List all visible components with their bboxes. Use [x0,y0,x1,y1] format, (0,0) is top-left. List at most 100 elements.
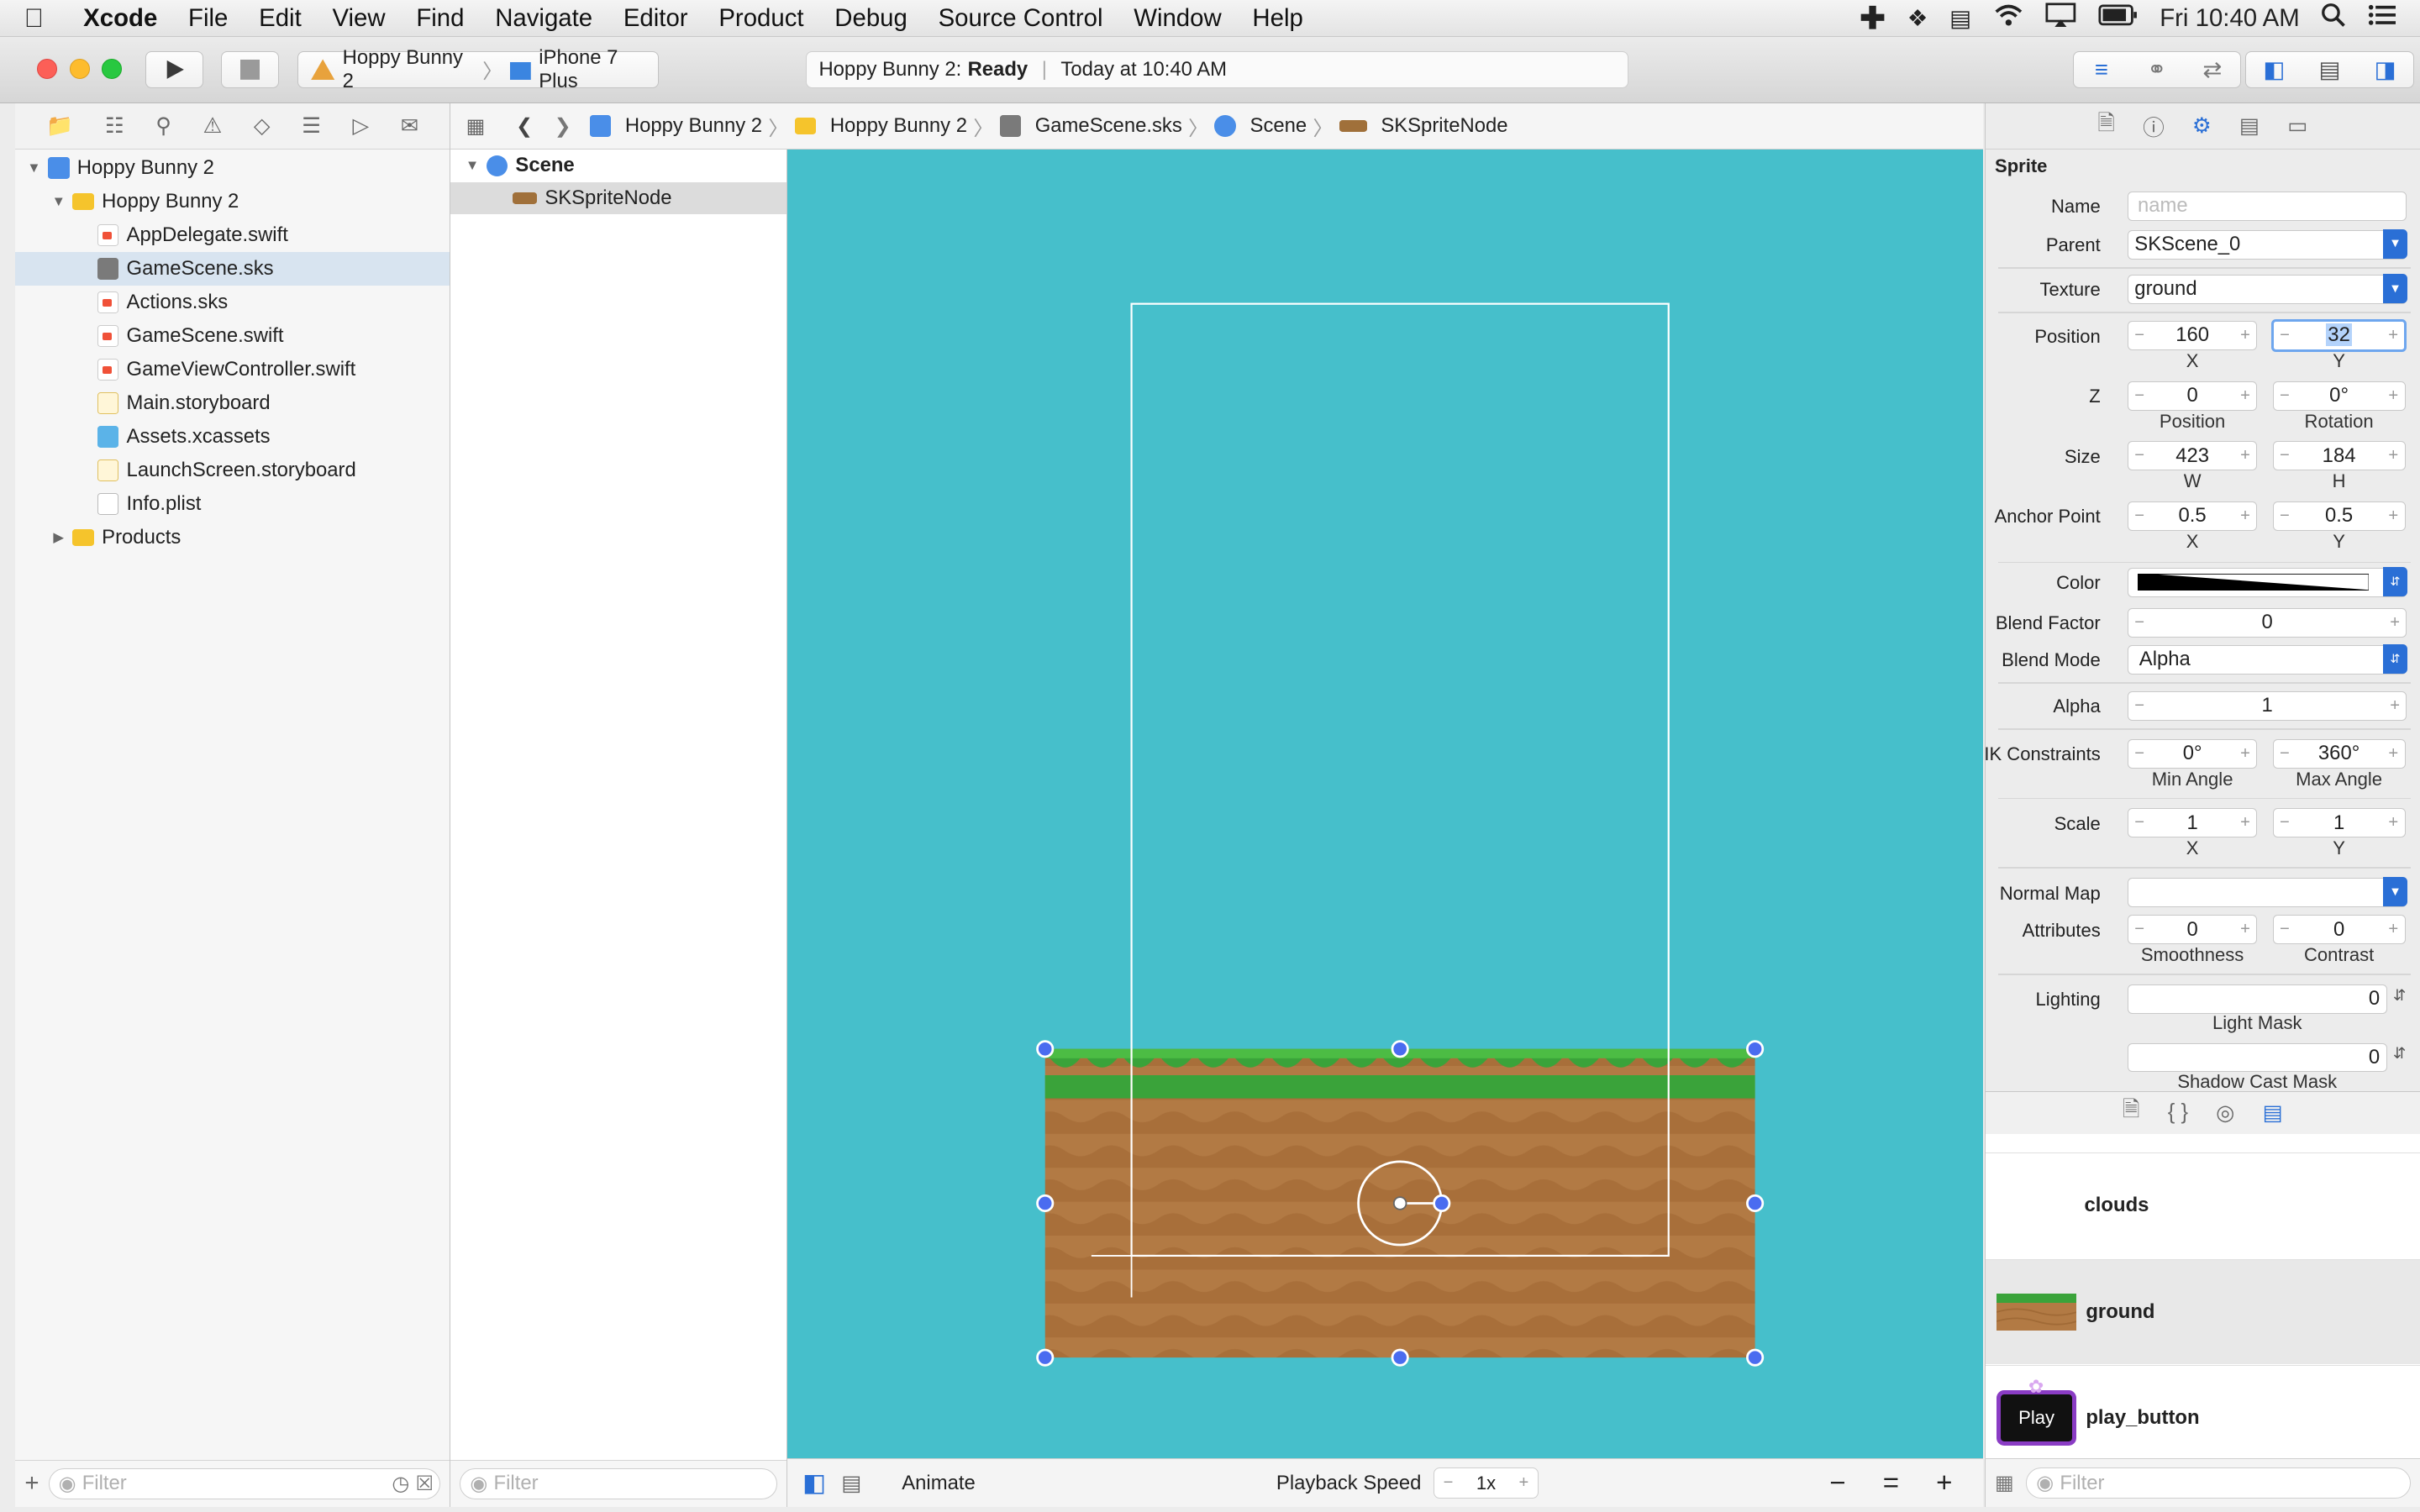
increment-icon[interactable]: + [1510,1473,1538,1493]
decrement-icon[interactable]: − [2280,326,2290,345]
symbol-navigator-icon[interactable]: ☷ [105,113,124,139]
navigator-item[interactable]: GameScene.sks [15,252,450,286]
menu-app[interactable]: Xcode [68,4,173,33]
timeline-toggle-icon[interactable]: ▤ [841,1471,861,1496]
menu-product[interactable]: Product [703,4,819,33]
scale-x-field[interactable]: − 1 + [2127,808,2258,838]
increment-icon[interactable]: + [2390,696,2400,716]
close-window-button[interactable] [37,58,57,79]
anchor-x-field[interactable]: − 0.5 + [2127,501,2258,531]
navigator-item[interactable]: Main.storyboard [15,386,450,420]
report-navigator-icon[interactable]: ✉ [401,113,419,139]
navigator-item[interactable]: ▶ Products [15,521,450,554]
standard-editor-icon[interactable]: ≡ [2074,52,2129,87]
decrement-icon[interactable]: − [2280,386,2290,406]
outline-filter-input[interactable]: ◉ Filter [460,1468,777,1499]
navigator-item[interactable]: Info.plist [15,487,450,521]
increment-icon[interactable]: + [2388,813,2398,832]
forward-chevron-icon[interactable]: ❯ [555,114,571,139]
blend-mode-popup[interactable]: Alpha ⇵ [2127,643,2408,675]
shadow-cast-stepper-icon[interactable]: ⇵ [2393,1044,2406,1063]
animate-button[interactable]: Animate [902,1472,976,1495]
texture-popup[interactable]: ground ▼ [2127,274,2408,304]
airplay-icon[interactable] [2045,3,2076,34]
navigator-item[interactable]: Assets.xcassets [15,420,450,454]
crumb-node[interactable]: SKSpriteNode [1339,114,1508,138]
zoom-in-icon[interactable]: + [1936,1467,1952,1499]
decrement-icon[interactable]: − [2134,744,2144,764]
library-item-ground[interactable]: ground [1985,1258,2420,1364]
menu-edit[interactable]: Edit [244,4,317,33]
attributes-inspector-icon[interactable]: ⚙ [2192,113,2212,139]
outline-row-sprite[interactable]: SKSpriteNode [450,181,786,215]
navigator-toggle-icon[interactable]: ◧ [2246,52,2302,87]
debug-navigator-icon[interactable]: ☰ [302,113,321,139]
menu-help[interactable]: Help [1237,4,1318,33]
crumb-project[interactable]: Hoppy Bunny 2 [589,114,762,138]
shadow-cast-field[interactable]: 0 [2127,1042,2387,1073]
add-file-icon[interactable]: + [24,1469,39,1498]
increment-icon[interactable]: + [2240,813,2250,832]
disclosure-open-icon[interactable]: ▼ [463,157,481,174]
assistant-editor-icon[interactable]: ⚭ [2129,52,2185,87]
light-mask-stepper-icon[interactable]: ⇵ [2393,986,2406,1005]
related-items-icon[interactable]: ▦ [466,114,486,139]
disclosure-open-icon[interactable]: ▼ [24,160,43,176]
decrement-icon[interactable]: − [2280,507,2290,526]
decrement-icon[interactable]: − [2134,446,2144,465]
size-inspector-icon[interactable]: ▭ [2287,113,2307,139]
anchor-y-field[interactable]: − 0.5 + [2272,501,2406,531]
increment-icon[interactable]: + [2240,507,2250,526]
size-h-field[interactable]: − 184 + [2272,441,2406,471]
increment-icon[interactable]: + [2240,326,2250,345]
increment-icon[interactable]: + [2390,613,2400,633]
run-button[interactable] [145,50,204,88]
folder-icon[interactable]: 📁 [46,113,73,139]
disclosure-open-icon[interactable]: ▼ [50,193,68,210]
decrement-icon[interactable]: − [2280,446,2290,465]
z-position-field[interactable]: − 0 + [2127,381,2258,411]
increment-icon[interactable]: + [2388,386,2398,406]
scale-y-field[interactable]: − 1 + [2272,808,2406,838]
wifi-icon[interactable] [1993,3,2024,34]
sync-status-icon[interactable]: ❖ [1907,5,1928,32]
increment-icon[interactable]: + [2240,446,2250,465]
test-navigator-icon[interactable]: ◇ [254,113,271,139]
custom-class-inspector-icon[interactable]: ▤ [2239,113,2260,139]
position-y-field[interactable]: − 32 + [2270,319,2407,352]
decrement-icon[interactable]: − [2134,613,2144,633]
navigator-item[interactable]: AppDelegate.swift [15,218,450,252]
apple-menu-icon[interactable]:  [0,3,68,34]
plus-status-icon[interactable]: ✚ [1860,0,1886,36]
smoothness-field[interactable]: − 0 + [2127,915,2258,945]
stop-button[interactable] [220,50,280,88]
navigator-item[interactable]: GameScene.swift [15,319,450,353]
light-mask-field[interactable]: 0 [2127,984,2387,1014]
increment-icon[interactable]: + [2240,744,2250,764]
minimize-window-button[interactable] [69,58,90,79]
name-field[interactable]: name [2127,191,2407,221]
decrement-icon[interactable]: − [2134,386,2144,406]
navigator-item[interactable]: LaunchScreen.storyboard [15,454,450,487]
navigator-item[interactable]: GameViewController.swift [15,353,450,386]
back-chevron-icon[interactable]: ❮ [516,114,533,139]
notification-center-icon[interactable] [2368,4,2396,33]
spotlight-search-icon[interactable] [2321,3,2346,34]
increment-icon[interactable]: + [2388,326,2398,345]
recent-files-icon[interactable]: ◷ [392,1472,409,1496]
increment-icon[interactable]: + [2388,446,2398,465]
menu-source-control[interactable]: Source Control [923,4,1118,33]
decrement-icon[interactable]: − [2280,920,2290,939]
decrement-icon[interactable]: − [1434,1473,1462,1493]
outline-row-scene[interactable]: ▼ Scene [450,150,786,182]
normal-map-popup[interactable]: ▼ [2127,877,2408,907]
scheme-selector[interactable]: Hoppy Bunny 2 〉 iPhone 7 Plus [297,46,660,92]
debug-area-toggle-icon[interactable]: ▤ [2302,52,2358,87]
object-library-icon[interactable]: ◎ [2216,1100,2234,1126]
increment-icon[interactable]: + [2240,920,2250,939]
parent-popup[interactable]: SKScene_0 ▼ [2127,228,2408,260]
help-inspector-icon[interactable]: ⓘ [2143,111,2165,142]
file-template-icon[interactable]: 🗎 [2123,1095,2140,1131]
contrast-field[interactable]: − 0 + [2272,915,2406,945]
outline-toggle-icon[interactable]: ◧ [802,1468,826,1498]
